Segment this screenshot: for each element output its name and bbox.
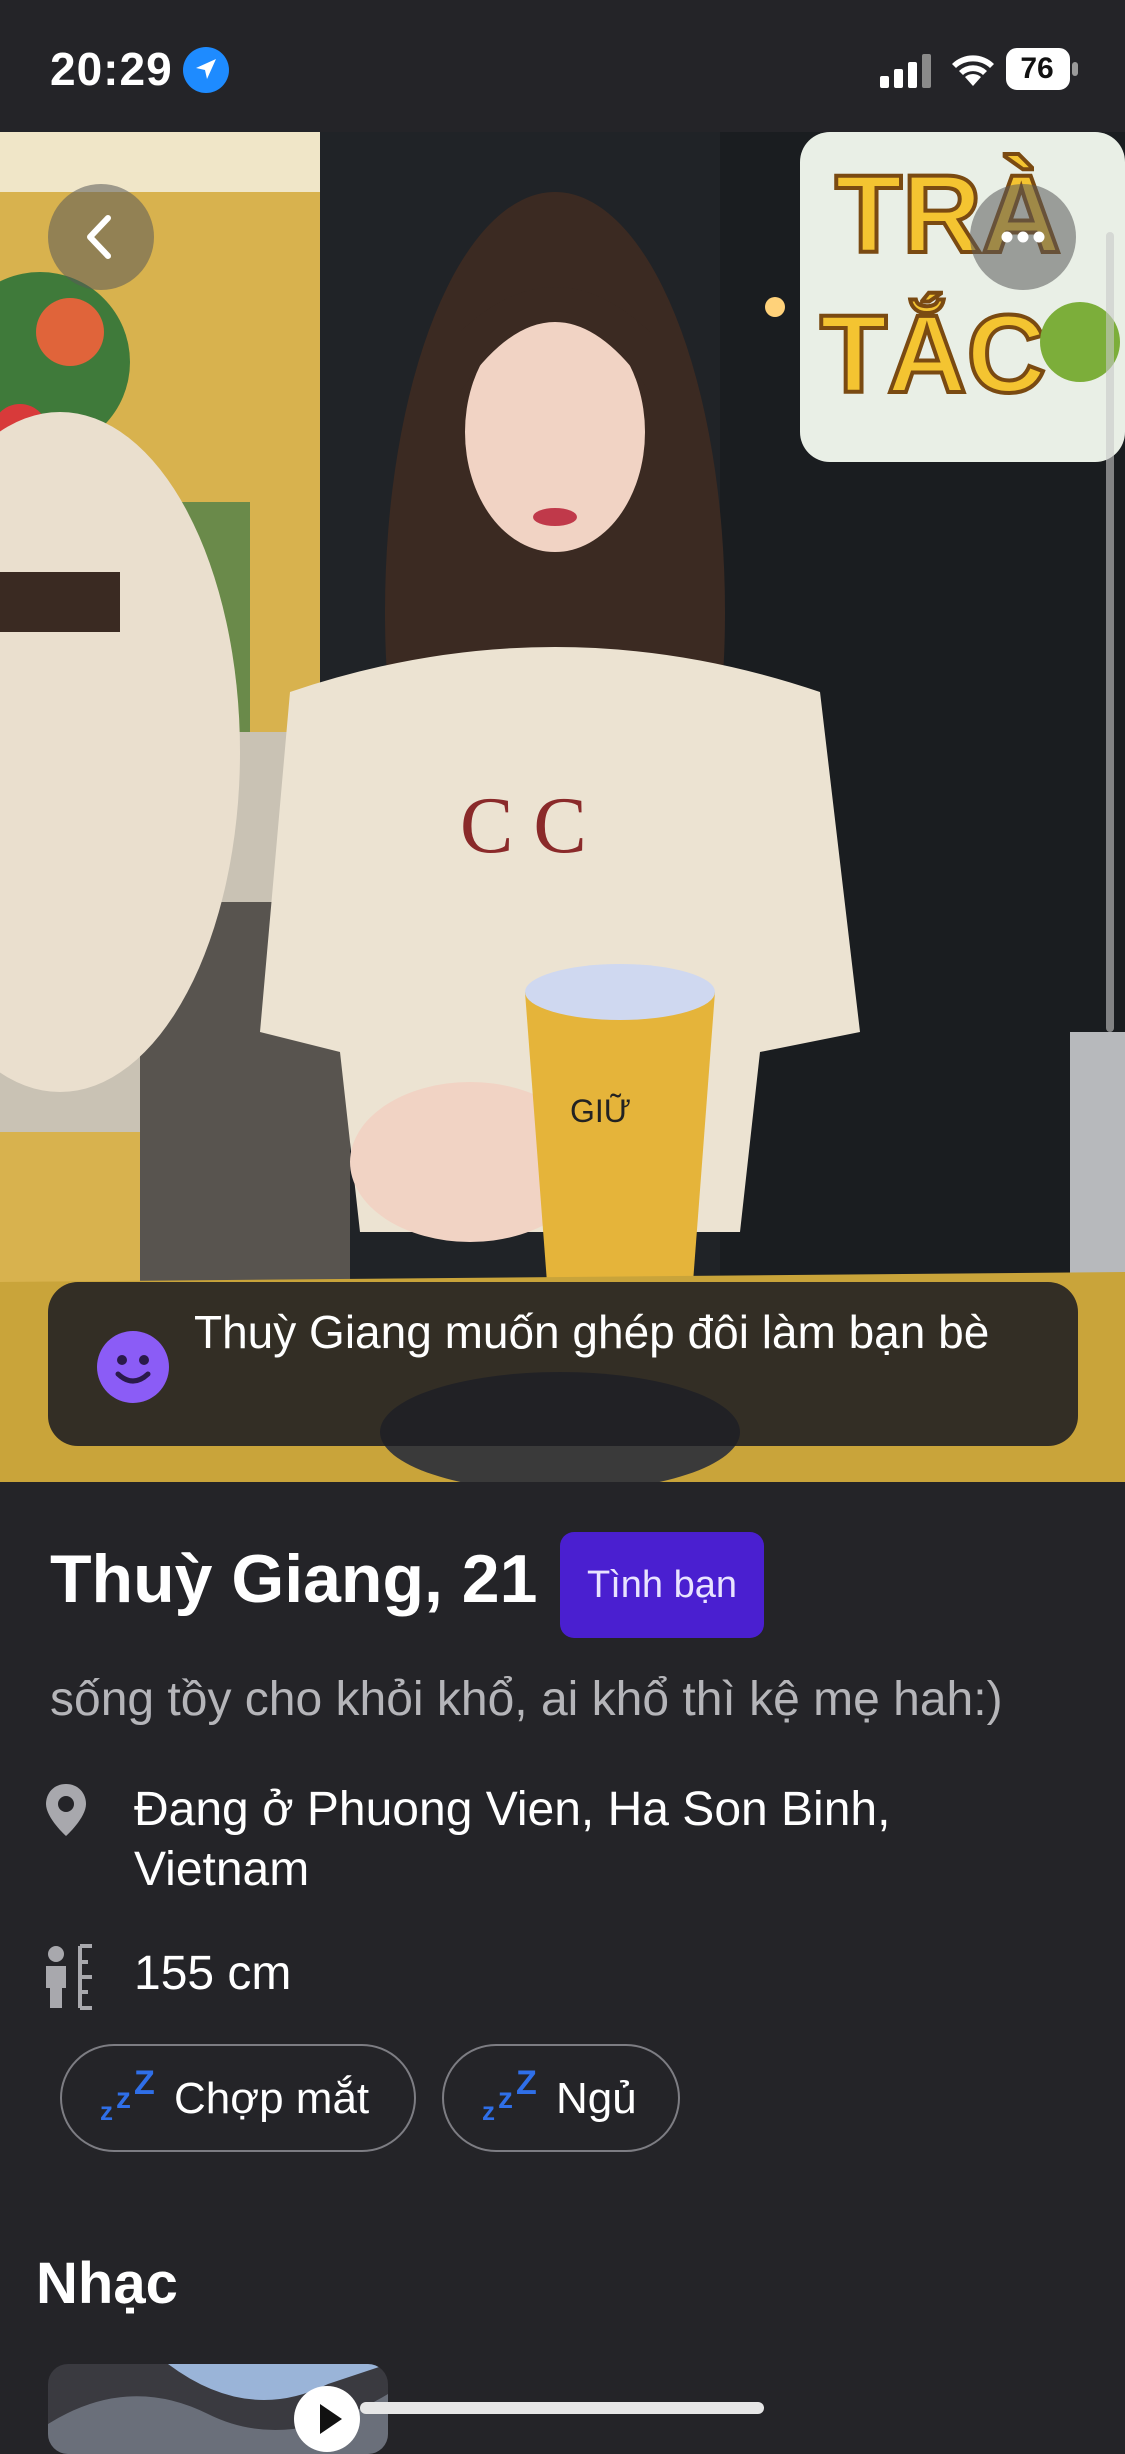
- relationship-badge: Tình bạn: [560, 1532, 764, 1638]
- match-text: Thuỳ Giang muốn ghép đôi làm bạn bè: [194, 1306, 990, 1358]
- habit-chip-nap[interactable]: z z Z Chợp mắt: [60, 2044, 416, 2152]
- svg-text:GIỮ: GIỮ: [570, 1093, 631, 1129]
- wifi-icon: [952, 55, 994, 86]
- badge-label: Tình bạn: [587, 1564, 737, 1606]
- svg-text:z: z: [498, 2082, 513, 2115]
- battery-level: 76: [1020, 52, 1054, 85]
- profile-photo[interactable]: TRÀ TẮC C C GIỮ Thuỳ Giang muốn ghép đôi…: [0, 132, 1125, 1482]
- zzz-icon: z z Z: [100, 2070, 155, 2124]
- scrollbar[interactable]: [1106, 232, 1114, 1032]
- profile-name: Thuỳ Giang, 21: [50, 1541, 538, 1617]
- play-icon[interactable]: [292, 2384, 362, 2454]
- svg-text:z: z: [100, 2096, 113, 2124]
- svg-text:C C: C C: [460, 782, 587, 870]
- profile-bio: sống tồy cho khỏi khổ, ai khổ thì kệ mẹ …: [50, 1673, 1003, 1726]
- height-icon: [46, 1944, 92, 2010]
- chevron-left-icon: [87, 215, 111, 259]
- match-banner: Thuỳ Giang muốn ghép đôi làm bạn bè: [48, 1282, 1078, 1446]
- svg-text:z: z: [482, 2096, 495, 2124]
- zzz-icon: z z Z: [482, 2070, 537, 2124]
- habit-label: Chợp mắt: [174, 2074, 370, 2123]
- ellipsis-icon: [1001, 231, 1045, 243]
- profile-height: 155 cm: [134, 1947, 292, 2000]
- status-bar: 20:29 76: [0, 0, 1125, 132]
- svg-text:Z: Z: [516, 2070, 537, 2102]
- profile-location: Đang ở Phuong Vien, Ha Son Binh, Vietnam: [134, 1783, 891, 1896]
- back-button[interactable]: [48, 184, 154, 290]
- smile-icon: [97, 1331, 169, 1403]
- location-arrow-icon: [183, 47, 229, 93]
- music-progress-bar[interactable]: [360, 2402, 764, 2414]
- habit-chip-sleep[interactable]: z z Z Ngủ: [442, 2044, 680, 2152]
- svg-text:TẮC: TẮC: [820, 293, 1046, 416]
- svg-text:z: z: [116, 2082, 131, 2115]
- photo-scene: TRÀ TẮC C C GIỮ: [0, 132, 1125, 1482]
- location-pin-icon: [46, 1784, 86, 1836]
- more-options-button[interactable]: [970, 184, 1076, 290]
- music-section-title: Nhạc: [36, 2251, 178, 2316]
- status-time: 20:29: [50, 43, 173, 95]
- habit-label: Ngủ: [556, 2074, 637, 2123]
- cellular-signal-icon: [880, 54, 931, 88]
- svg-text:Z: Z: [134, 2070, 155, 2102]
